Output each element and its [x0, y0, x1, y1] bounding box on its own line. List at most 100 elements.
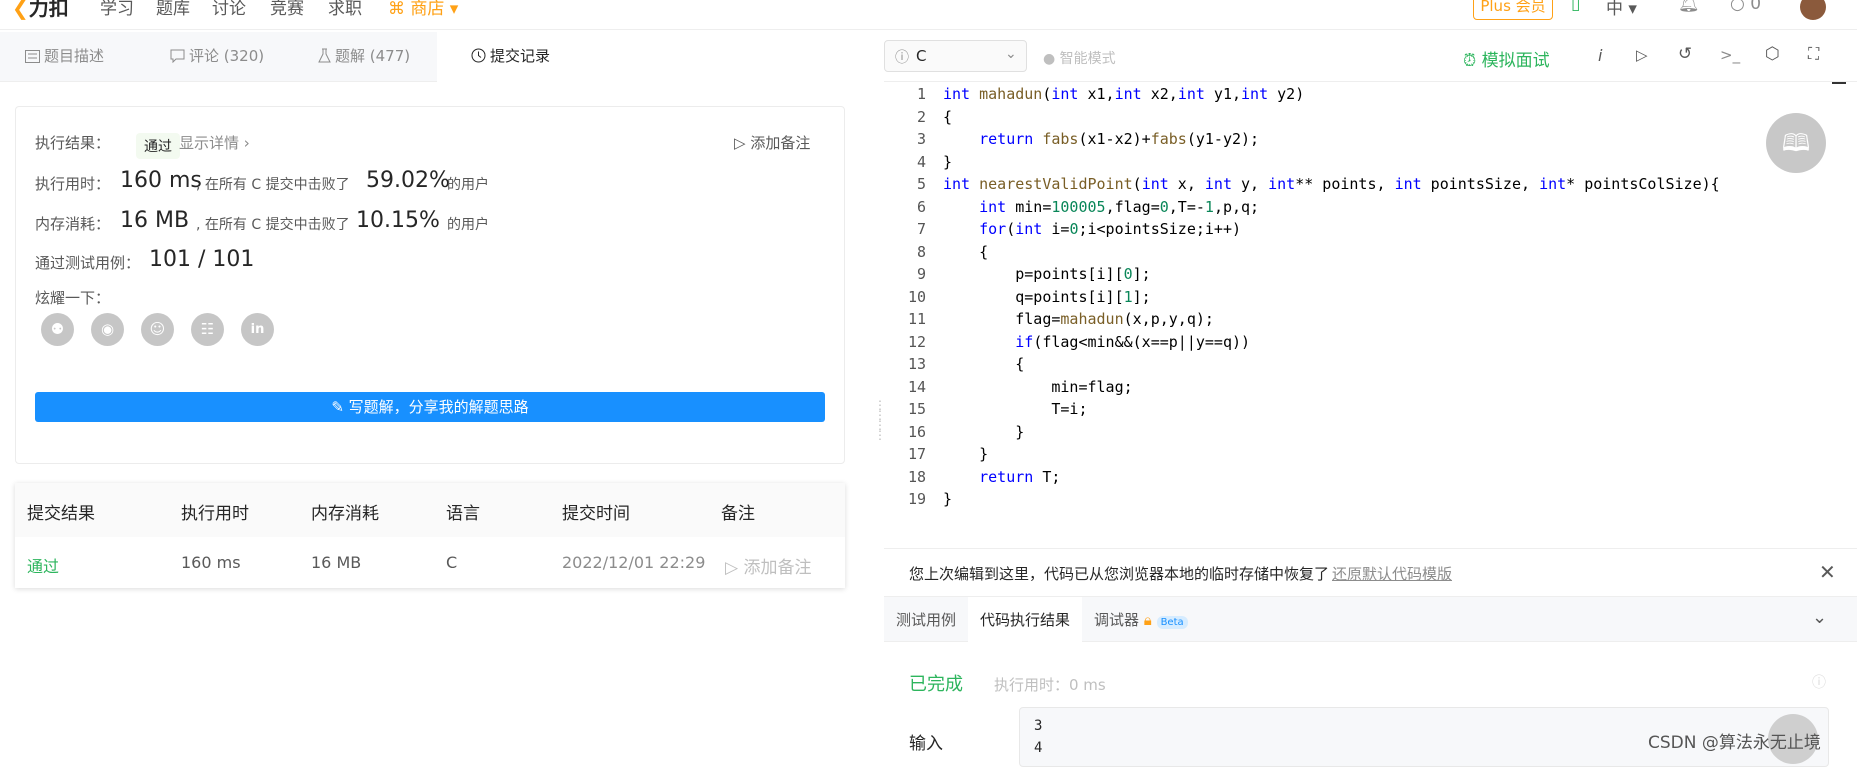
code-line[interactable]: { [943, 106, 952, 128]
weibo-icon[interactable]: ◉ [91, 313, 124, 346]
line-number: 13 [907, 355, 926, 373]
row-add-note[interactable]: ▷ 添加备注 [725, 553, 811, 578]
code-line[interactable]: } [943, 488, 952, 510]
terminal-icon[interactable]: >_ [1720, 46, 1740, 64]
input-line: 3 [1034, 718, 1043, 734]
code-line[interactable]: if(flag<min&&(x==p||y==q)) [943, 331, 1250, 353]
tab-description-label: 题目描述 [44, 47, 105, 65]
col-language: 语言 [446, 504, 480, 524]
mobile-icon[interactable]: ▯ [1571, 0, 1580, 14]
input-label: 输入 [909, 734, 943, 754]
code-line[interactable]: return T; [943, 466, 1060, 488]
douban-icon[interactable]: ☷ [191, 313, 224, 346]
code-line[interactable]: p=points[i][0]; [943, 263, 1150, 285]
code-editor[interactable]: 1 int mahadun(int x1,int x2,int y1,int y2… [884, 82, 1857, 547]
run-time: 执行用时：0 ms [994, 676, 1106, 694]
restore-default-link[interactable]: 还原默认代码模版 [1332, 563, 1452, 584]
show-details-link[interactable]: 显示详情 › [179, 132, 250, 153]
code-line[interactable]: } [943, 151, 952, 173]
panel-resize-handle[interactable]: ⋮ ⋮ ⋮ ⋮ [874, 399, 886, 460]
nav-jobs[interactable]: 求职 [328, 0, 362, 19]
code-line[interactable]: int min=100005,flag=0,T=-1,p,q; [943, 196, 1259, 218]
line-number: 8 [916, 242, 926, 261]
mock-interview-button[interactable]: ⏰︎ 模拟面试 [1463, 46, 1550, 71]
nav-problems[interactable]: 题库 [156, 0, 190, 19]
nav-contest[interactable]: 竞赛 [270, 0, 304, 19]
testcases-label: 通过测试用例： [35, 254, 141, 272]
code-line[interactable]: return fabs(x1-x2)+fabs(y1-y2); [943, 128, 1259, 150]
avatar[interactable] [1800, 0, 1826, 20]
notebook-icon[interactable]: 🕮︎ [1766, 113, 1826, 173]
write-solution-button[interactable]: ✎ 写题解，分享我的解题思路 [35, 392, 825, 422]
qq-icon[interactable]: ☺ [141, 313, 174, 346]
line-number: 6 [916, 197, 926, 216]
nav-discuss[interactable]: 讨论 [212, 0, 246, 19]
tab-comments[interactable]: 评论 (320) [170, 32, 300, 82]
add-note-button[interactable]: ▷ 添加备注 [734, 132, 810, 153]
code-line[interactable]: } [943, 421, 1024, 443]
points-counter[interactable]: ○ 0 [1730, 0, 1761, 14]
run-icon[interactable]: ▷ [1636, 46, 1648, 64]
collapse-chevron-icon[interactable]: ⌄ [1812, 607, 1827, 628]
language-switch[interactable]: 中 ▾ [1606, 0, 1637, 19]
col-note: 备注 [721, 504, 755, 524]
code-line[interactable]: q=points[i][1]; [943, 286, 1150, 308]
line-number: 9 [916, 265, 926, 283]
tab-testcase[interactable]: 测试用例 [896, 597, 966, 643]
line-number: 12 [907, 332, 926, 351]
settings-icon[interactable]: ⬡ [1765, 44, 1780, 64]
editor-scroll-marker [1832, 82, 1846, 84]
store-label: 商店 [410, 0, 445, 19]
close-icon[interactable]: ✕ [1819, 560, 1836, 584]
nav-store[interactable]: ⌘ 商店 ▾ [388, 0, 458, 19]
time-label: 执行用时： [35, 175, 111, 193]
linkedin-icon[interactable]: in [241, 313, 274, 346]
memory-label: 内存消耗： [35, 215, 111, 233]
code-line[interactable]: for(int i=0;i<pointsSize;i++) [943, 218, 1241, 240]
fullscreen-icon[interactable]: ⛶ [1808, 44, 1819, 64]
console-tab-bar: 测试用例 代码执行结果 调试器 🔒︎ Beta ⌄ [884, 596, 1857, 643]
plus-member-button[interactable]: Plus 会员 [1473, 0, 1553, 20]
chevron-down-icon: ⌄ [1005, 46, 1017, 62]
tab-description[interactable]: 题目描述 [25, 32, 140, 82]
line-number: 15 [907, 400, 926, 418]
code-line[interactable]: flag=mahadun(x,p,y,q); [943, 308, 1214, 330]
language-select[interactable]: ⓘ C ⌄ [884, 40, 1027, 72]
col-submitted: 提交时间 [562, 504, 630, 524]
line-number: 4 [916, 152, 926, 171]
tab-exec-result[interactable]: 代码执行结果 [968, 597, 1082, 643]
code-line[interactable]: } [943, 443, 988, 465]
points-value: 0 [1750, 0, 1762, 14]
row-language: C [446, 553, 458, 572]
line-number: 2 [916, 107, 926, 126]
add-note-label: 添加备注 [750, 134, 811, 152]
line-number: 18 [907, 467, 926, 486]
col-time: 执行用时 [181, 504, 249, 524]
help-icon[interactable]: ⓘ [1812, 672, 1826, 692]
tab-submissions[interactable]: 提交记录 [437, 32, 584, 82]
row-result[interactable]: 通过 [27, 553, 59, 577]
tab-solutions[interactable]: 题解 (477) [318, 32, 438, 82]
dot-icon: ● [1043, 51, 1056, 67]
language-select-value: C [916, 47, 927, 65]
code-line[interactable]: int nearestValidPoint(int x, int y, int*… [943, 173, 1720, 195]
bell-icon[interactable]: 🔔︎ [1678, 0, 1700, 14]
wechat-icon[interactable]: ⚉ [41, 313, 74, 346]
smart-mode-toggle[interactable]: ● 智能模式 [1043, 48, 1116, 68]
input-line: 4 [1034, 740, 1043, 756]
leetcode-logo[interactable]: ❮力扣 [12, 0, 69, 21]
lock-icon: 🔒︎ [1143, 611, 1152, 629]
editor-toolbar [884, 32, 1857, 82]
memory-percent: 10.15% [356, 208, 440, 233]
info-i-icon[interactable]: i [1598, 46, 1602, 65]
code-line[interactable]: int mahadun(int x1,int x2,int y1,int y2) [943, 83, 1304, 105]
tab-debugger[interactable]: 调试器 🔒︎ Beta [1094, 597, 1214, 643]
time-beat-text: , 在所有 C 提交中击败了 [196, 177, 350, 193]
code-line[interactable]: min=flag; [943, 376, 1132, 398]
code-line[interactable]: { [943, 241, 988, 263]
code-line[interactable]: T=i; [943, 398, 1087, 420]
submission-result-card: 执行结果： 通过 显示详情 › ▷ 添加备注 执行用时： 160 ms , 在所… [15, 106, 845, 464]
nav-learn[interactable]: 学习 [100, 0, 134, 19]
reset-icon[interactable]: ↺ [1678, 44, 1692, 64]
code-line[interactable]: { [943, 353, 1024, 375]
